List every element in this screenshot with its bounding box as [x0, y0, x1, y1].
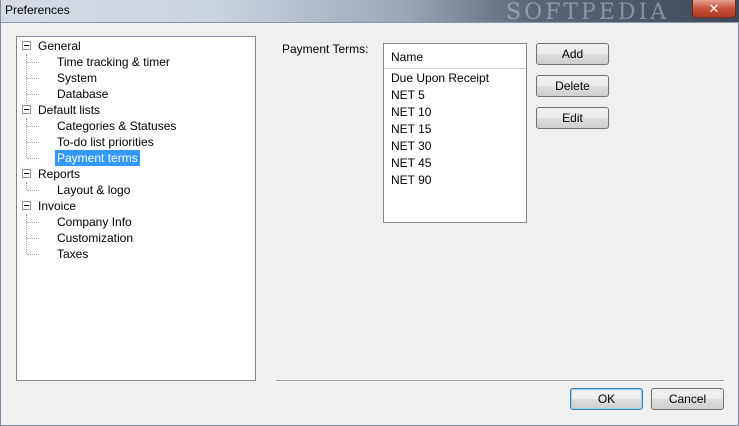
tree-connector	[27, 222, 39, 223]
list-item[interactable]: NET 10	[391, 104, 431, 121]
tree-node-invoice[interactable]: Invoice	[38, 198, 76, 214]
tree-node-todo-priorities[interactable]: To-do list priorities	[57, 134, 154, 150]
tree-connector	[27, 94, 39, 95]
tree-node-customization[interactable]: Customization	[57, 230, 133, 246]
footer-separator	[276, 380, 724, 382]
list-item[interactable]: NET 90	[391, 172, 431, 189]
ok-button[interactable]: OK	[570, 388, 643, 410]
tree-node-categories-statuses[interactable]: Categories & Statuses	[57, 118, 176, 134]
tree-node-system[interactable]: System	[57, 70, 97, 86]
tree-connector	[27, 238, 39, 239]
payment-terms-list[interactable]: Name Due Upon Receipt NET 5 NET 10 NET 1…	[383, 43, 527, 223]
column-header-label: Name	[391, 50, 424, 64]
close-icon: ✕	[708, 1, 720, 16]
collapse-icon[interactable]	[22, 201, 31, 210]
tree-connector	[26, 118, 27, 158]
delete-button[interactable]: Delete	[536, 75, 609, 97]
tree-connector	[27, 254, 39, 255]
tree-connector	[27, 62, 39, 63]
title-bar[interactable]: Preferences SOFTPEDIA ✕	[1, 0, 739, 25]
tree-node-database[interactable]: Database	[57, 86, 108, 102]
tree-node-taxes[interactable]: Taxes	[57, 246, 88, 262]
collapse-icon[interactable]	[22, 105, 31, 114]
collapse-icon[interactable]	[22, 169, 31, 178]
payment-terms-label: Payment Terms:	[282, 42, 369, 56]
tree-node-company-info[interactable]: Company Info	[57, 214, 132, 230]
list-item[interactable]: NET 30	[391, 138, 431, 155]
tree-connector	[27, 126, 39, 127]
tree-node-default-lists[interactable]: Default lists	[38, 102, 100, 118]
list-item[interactable]: Due Upon Receipt	[391, 70, 489, 87]
cancel-button[interactable]: Cancel	[651, 388, 724, 410]
tree-connector	[27, 78, 39, 79]
column-header-name[interactable]: Name	[384, 44, 526, 69]
tree-node-reports[interactable]: Reports	[38, 166, 80, 182]
tree-node-general[interactable]: General	[38, 38, 81, 54]
tree-connector	[27, 142, 39, 143]
tree-node-payment-terms[interactable]: Payment terms	[55, 150, 140, 166]
list-item[interactable]: NET 5	[391, 87, 425, 104]
preferences-tree[interactable]: General Time tracking & timer System Dat…	[16, 36, 256, 381]
window-title: Preferences	[5, 3, 70, 17]
edit-button[interactable]: Edit	[536, 107, 609, 129]
list-item[interactable]: NET 45	[391, 155, 431, 172]
tree-connector	[26, 182, 27, 190]
collapse-icon[interactable]	[22, 41, 31, 50]
add-button[interactable]: Add	[536, 43, 609, 65]
tree-connector	[27, 158, 39, 159]
tree-node-time-tracking[interactable]: Time tracking & timer	[57, 54, 170, 70]
preferences-window: Preferences SOFTPEDIA ✕ General Time tra…	[0, 0, 739, 426]
list-item[interactable]: NET 15	[391, 121, 431, 138]
close-button[interactable]: ✕	[692, 0, 736, 18]
tree-connector	[26, 214, 27, 254]
tree-node-layout-logo[interactable]: Layout & logo	[57, 182, 130, 198]
tree-connector	[27, 190, 39, 191]
watermark-logo: SOFTPEDIA	[506, 0, 670, 25]
